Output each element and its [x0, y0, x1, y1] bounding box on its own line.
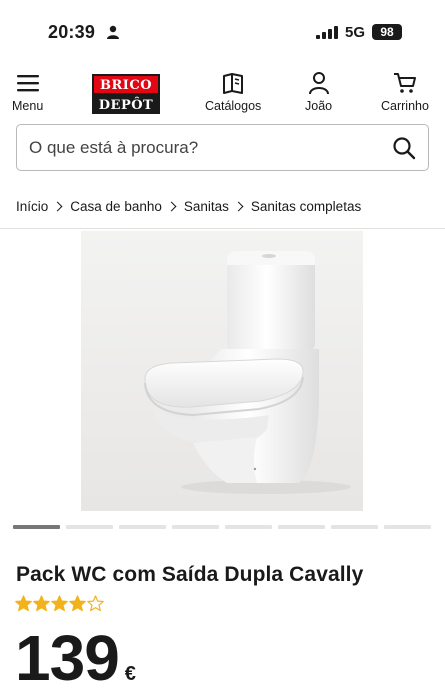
breadcrumb-toilets[interactable]: Sanitas	[184, 199, 229, 214]
catalogs-button[interactable]: Catálogos	[205, 70, 261, 113]
carousel-dot[interactable]	[119, 525, 166, 529]
star-filled-icon	[51, 595, 68, 612]
breadcrumb-home[interactable]: Início	[16, 199, 48, 214]
search-bar	[16, 124, 429, 171]
menu-button[interactable]: Menu	[12, 70, 43, 113]
network-type: 5G	[345, 24, 366, 41]
star-rating[interactable]	[15, 595, 104, 612]
chevron-right-icon	[166, 201, 177, 212]
status-time: 20:39	[48, 22, 96, 42]
signal-icon	[316, 26, 338, 39]
search-input[interactable]	[29, 137, 369, 159]
carousel-dot-active[interactable]	[13, 525, 60, 529]
chevron-right-icon	[233, 201, 244, 212]
product-title: Pack WC com Saída Dupla Cavally	[16, 563, 364, 586]
cart-label: Carrinho	[381, 99, 429, 113]
image-carousel-indicator	[13, 525, 431, 529]
price-currency: €	[124, 663, 136, 685]
status-bar: 20:39 5G 98	[0, 0, 445, 66]
catalog-book-icon	[223, 73, 244, 94]
cart-button[interactable]: Carrinho	[381, 70, 429, 113]
person-icon	[107, 25, 119, 39]
star-filled-icon	[69, 595, 86, 612]
logo-text-top: BRICO	[92, 74, 160, 93]
product-image[interactable]	[81, 231, 363, 511]
site-header: Menu BRICO DEPÔT Catálogos João Carrinho	[0, 70, 445, 120]
star-filled-icon	[33, 595, 50, 612]
user-icon	[308, 72, 329, 95]
header-divider	[0, 228, 445, 229]
carousel-dot[interactable]	[225, 525, 272, 529]
breadcrumb-bathroom[interactable]: Casa de banho	[70, 199, 162, 214]
account-button[interactable]: João	[305, 70, 332, 113]
breadcrumb: Início Casa de banho Sanitas Sanitas com…	[16, 199, 361, 214]
product-price: 139 €	[15, 626, 136, 690]
carousel-dot[interactable]	[66, 525, 113, 529]
brico-depot-logo[interactable]: BRICO DEPÔT	[92, 74, 160, 118]
star-filled-icon	[15, 595, 32, 612]
carousel-dot[interactable]	[278, 525, 325, 529]
cart-icon	[393, 73, 416, 93]
toilet-illustration	[144, 251, 351, 494]
account-label: João	[305, 99, 333, 113]
menu-label: Menu	[12, 99, 44, 113]
battery-icon: 98	[372, 24, 402, 40]
star-empty-icon	[87, 595, 104, 612]
breadcrumb-complete-toilets[interactable]: Sanitas completas	[251, 199, 361, 214]
hamburger-icon	[16, 75, 39, 92]
catalogs-label: Catálogos	[205, 99, 262, 113]
carousel-dot[interactable]	[172, 525, 219, 529]
search-icon[interactable]	[392, 136, 416, 160]
chevron-right-icon	[52, 201, 63, 212]
carousel-dot[interactable]	[384, 525, 431, 529]
logo-text-bottom: DEPÔT	[92, 93, 160, 114]
price-integer: 139	[15, 622, 120, 694]
carousel-dot[interactable]	[331, 525, 378, 529]
